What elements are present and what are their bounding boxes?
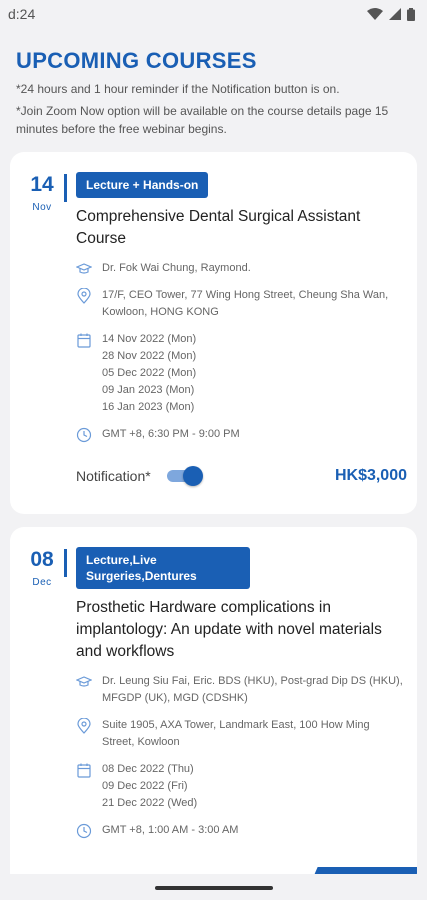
course-card[interactable]: 08 Dec Lecture,Live Surgeries,Dentures P… [10,527,417,887]
time-row: GMT +8, 1:00 AM - 3:00 AM [76,822,405,839]
calendar-icon [76,332,92,348]
battery-icon [407,7,415,21]
date-day: 08 [30,548,54,571]
location-pin-icon [76,288,92,304]
session-date: 09 Jan 2023 (Mon) [102,384,195,396]
session-date: 09 Dec 2022 (Fri) [102,780,188,792]
course-content: Lecture,Live Surgeries,Dentures Prosthet… [76,547,405,839]
course-title[interactable]: Comprehensive Dental Surgical Assistant … [76,206,405,250]
session-date: 16 Jan 2023 (Mon) [102,401,195,413]
speaker-text: Dr. Fok Wai Chung, Raymond. [102,262,251,274]
page-header: UPCOMING COURSES *24 hours and 1 hour re… [0,28,427,138]
course-price: HK$3,000 [334,467,407,484]
course-content: Lecture + Hands-on Comprehensive Dental … [76,172,405,443]
date-month: Dec [32,577,52,588]
time-text: GMT +8, 1:00 AM - 3:00 AM [102,824,239,836]
time-row: GMT +8, 6:30 PM - 9:00 PM [76,426,405,443]
graduation-cap-icon [76,674,92,690]
course-tag: Lecture,Live Surgeries,Dentures [76,547,250,589]
toggle-thumb [182,466,203,486]
speaker-text: Dr. Leung Siu Fai, Eric. BDS (HKU), Post… [102,675,403,704]
time-text: GMT +8, 6:30 PM - 9:00 PM [102,428,240,440]
session-date: 08 Dec 2022 (Thu) [102,763,194,775]
system-nav-bar [0,874,427,900]
status-bar: d:24 [0,0,427,28]
signal-icon [389,8,401,20]
course-title[interactable]: Prosthetic Hardware complications in imp… [76,597,405,663]
dates-row: 08 Dec 2022 (Thu) 09 Dec 2022 (Fri) 21 D… [76,761,405,812]
session-date: 14 Nov 2022 (Mon) [102,333,197,345]
notification-row: Notification* HK$3,000 [76,466,407,486]
course-date: 14 Nov [22,173,62,214]
graduation-cap-icon [76,261,92,277]
page-title: UPCOMING COURSES [16,48,257,73]
wifi-icon [367,8,383,20]
date-list: 08 Dec 2022 (Thu) 09 Dec 2022 (Fri) 21 D… [102,761,197,812]
session-date: 21 Dec 2022 (Wed) [102,797,198,809]
zoom-note: *Join Zoom Now option will be available … [16,104,389,136]
calendar-icon [76,762,92,778]
status-time: d:24 [8,6,36,22]
speaker-row: Dr. Leung Siu Fai, Eric. BDS (HKU), Post… [76,673,405,707]
notification-control: Notification* [76,466,203,486]
course-tag: Lecture + Hands-on [76,172,209,198]
clock-icon [76,823,92,839]
dates-row: 14 Nov 2022 (Mon) 28 Nov 2022 (Mon) 05 D… [76,331,405,416]
course-date: 08 Dec [22,548,62,589]
home-gesture-pill[interactable] [155,886,273,890]
course-card[interactable]: 14 Nov Lecture + Hands-on Comprehensive … [10,152,417,514]
location-row: Suite 1905, AXA Tower, Landmark East, 10… [76,717,405,751]
date-divider [64,549,67,577]
notification-toggle[interactable] [165,466,203,486]
location-text: Suite 1905, AXA Tower, Landmark East, 10… [102,719,370,748]
clock-icon [76,427,92,443]
notification-label: Notification* [76,468,151,484]
session-date: 05 Dec 2022 (Mon) [102,367,197,379]
location-text: 17/F, CEO Tower, 77 Wing Hong Street, Ch… [102,289,389,318]
location-row: 17/F, CEO Tower, 77 Wing Hong Street, Ch… [76,287,405,321]
speaker-row: Dr. Fok Wai Chung, Raymond. [76,260,405,277]
date-day: 14 [30,173,54,196]
reminder-note: *24 hours and 1 hour reminder if the Not… [16,82,340,96]
date-month: Nov [32,202,52,213]
location-pin-icon [76,718,92,734]
date-list: 14 Nov 2022 (Mon) 28 Nov 2022 (Mon) 05 D… [102,331,196,416]
status-icons [367,7,415,21]
date-divider [64,174,67,202]
session-date: 28 Nov 2022 (Mon) [102,350,197,362]
